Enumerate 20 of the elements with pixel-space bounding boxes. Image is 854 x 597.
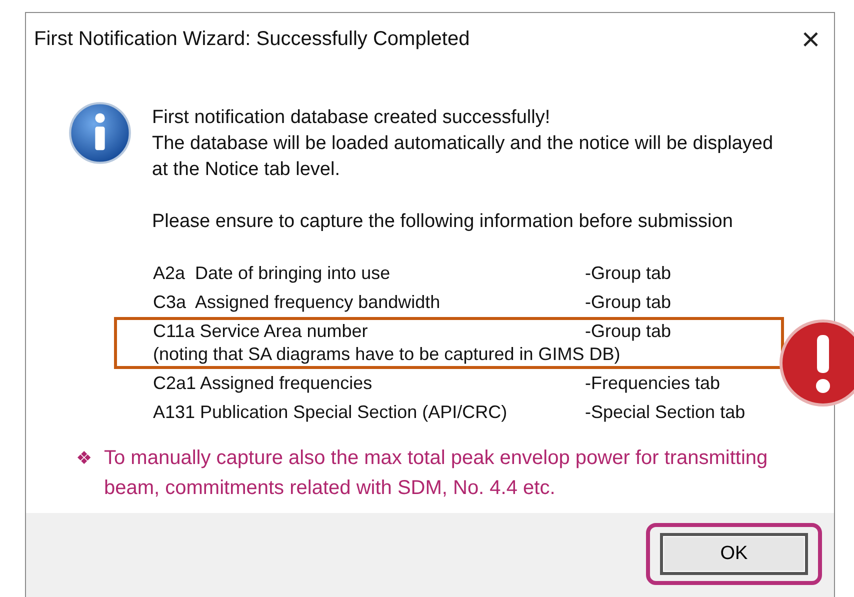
message-text: First notification database created successfully! [152, 106, 552, 130]
field-name: A2a Date of bringing into use [153, 262, 392, 285]
tab-name: -Frequencies tab [585, 372, 720, 395]
ok-button[interactable]: OK [660, 533, 808, 575]
tab-name: -Group tab [585, 262, 672, 285]
window-title: First Notification Wizard: Successfully Completed [34, 28, 470, 50]
tab-name: -Special Section tab [585, 401, 746, 424]
field-name: A131 Publication Special Section (API/CRC) [153, 401, 508, 424]
instruction-text: Please ensure to capture the following information before submission [152, 210, 734, 234]
tab-name: -Group tab [585, 320, 672, 343]
field-name: C11a Service Area number [153, 320, 369, 343]
close-button[interactable]: × [795, 23, 826, 55]
field-name: C3a Assigned frequency bandwidth [153, 291, 442, 314]
note-text: (noting that SA diagrams have to be captured in GIMS DB) [153, 343, 622, 366]
field-name: C2a1 Assigned frequencies [153, 372, 374, 395]
message-text: The database will be loaded automatically and the notice will be displayed at the Notice tab level. [152, 132, 774, 182]
tab-name: -Group tab [585, 291, 672, 314]
bullet-icon: ❖ [76, 443, 92, 503]
info-icon [68, 101, 132, 165]
annotation-text: To manually capture also the max total peak envelop power for transmitting beam, commitments related with SDM, No. 4.4 etc. [104, 446, 769, 501]
